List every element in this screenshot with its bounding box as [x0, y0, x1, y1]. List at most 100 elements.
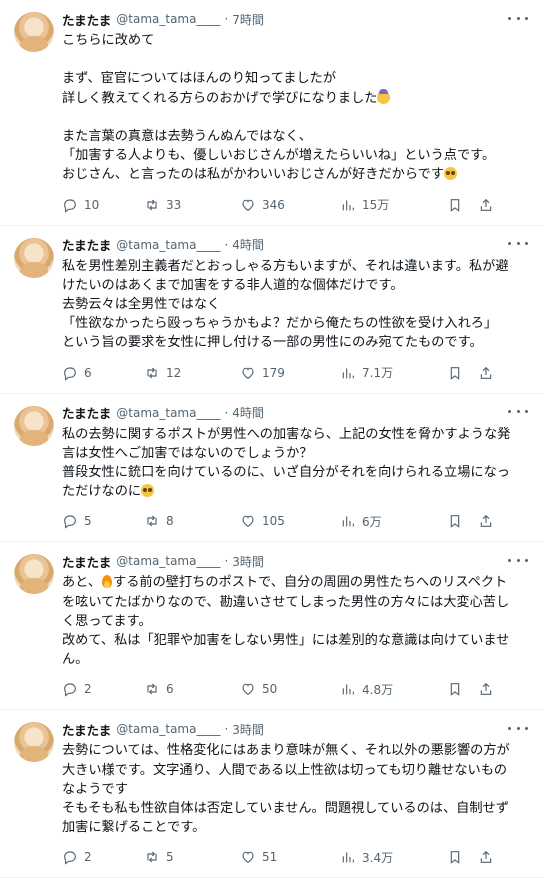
avatar[interactable]: [14, 237, 54, 278]
bookmark-button[interactable]: [447, 849, 478, 865]
tweet-text-segment: あと、: [62, 575, 102, 591]
views-button[interactable]: 3.4万: [340, 849, 447, 866]
retweet-icon: [147, 684, 157, 695]
timestamp[interactable]: 4時間: [232, 236, 264, 253]
display-name[interactable]: たまたま: [62, 552, 111, 571]
separator-dot: ·: [224, 405, 229, 420]
avatar[interactable]: [14, 405, 54, 446]
timestamp[interactable]: 3時間: [232, 721, 264, 738]
tweet-header: たまたま @tama_tama____ · 7時間: [62, 10, 532, 28]
tweet-text-line: ん。: [62, 650, 532, 669]
retweet-button[interactable]: 6: [144, 681, 240, 697]
tweet-text-segment: 言は女性へご加害ではないのでしょうか？: [62, 445, 313, 461]
retweet-button[interactable]: 5: [144, 849, 240, 865]
tweet-text-segment: 去勢については、性格変化にはあまり意味が無く、それ以外の悪影響の方が: [62, 743, 510, 759]
display-name[interactable]: たまたま: [62, 720, 111, 739]
tweet-text-segment: そもそも私も性欲自体は否定していません。問題視しているのは、自制せず: [62, 801, 509, 817]
tweet-text-segment: ん。: [62, 652, 89, 668]
timestamp[interactable]: 7時間: [232, 11, 264, 28]
tweet[interactable]: たまたま @tama_tama____ · 3時間 去勢については、性格変化には…: [0, 710, 544, 878]
reply-button[interactable]: 2: [62, 681, 144, 698]
bookmark-button[interactable]: [447, 365, 478, 381]
reply-count: 2: [84, 850, 92, 865]
tweet[interactable]: たまたま @tama_tama____ · 7時間 こちらに改めて まず、宦官につ…: [0, 0, 544, 226]
bookmark-icon: [450, 198, 460, 212]
views-chart-icon: [342, 684, 354, 695]
like-button[interactable]: 105: [240, 513, 340, 529]
view-count: 7.1万: [362, 366, 394, 381]
display-name[interactable]: たまたま: [62, 10, 111, 29]
tweet-text-line: そもそも私も性欲自体は否定していません。問題視しているのは、自制せず: [62, 799, 532, 818]
tweet-text-line: 改めて、私は「犯罪や加害をしない男性」には差別的な意識は向けていませ: [62, 631, 532, 650]
reply-icon: [64, 367, 76, 381]
user-handle[interactable]: @tama_tama____: [116, 238, 220, 252]
more-dots-icon[interactable]: [508, 406, 528, 418]
view-count: 6万: [362, 514, 382, 529]
share-button[interactable]: [478, 849, 498, 865]
retweet-icon: [147, 367, 157, 379]
user-handle[interactable]: @tama_tama____: [116, 406, 220, 420]
bookmark-icon: [450, 366, 460, 380]
retweet-button[interactable]: 33: [144, 197, 240, 213]
views-chart-icon: [342, 516, 354, 527]
like-button[interactable]: 50: [240, 681, 340, 697]
avatar[interactable]: [14, 554, 54, 595]
retweet-count: 6: [166, 682, 174, 697]
tweet[interactable]: たまたま @tama_tama____ · 4時間 私を男性差別主義者だとおっし…: [0, 226, 544, 394]
user-handle[interactable]: @tama_tama____: [116, 554, 220, 568]
reply-button[interactable]: 10: [62, 197, 144, 213]
tweet-text-line: [62, 50, 532, 69]
bookmark-button[interactable]: [447, 197, 478, 213]
action-bar: 6 12 179 7.1万: [62, 353, 532, 393]
share-button[interactable]: [478, 197, 498, 213]
like-count: 50: [262, 682, 278, 697]
tweet-text-segment: ただけなのに: [62, 484, 142, 500]
retweet-count: 8: [166, 514, 174, 529]
tweet[interactable]: たまたま @tama_tama____ · 3時間 あと、 する前の壁打ちのポスト…: [0, 542, 544, 711]
reply-button[interactable]: 6: [62, 365, 144, 381]
bookmark-icon: [450, 515, 460, 529]
like-button[interactable]: 179: [240, 365, 340, 381]
plead-emoji-icon: [141, 484, 155, 498]
retweet-icon: [147, 852, 157, 863]
timestamp[interactable]: 3時間: [232, 553, 264, 570]
tweet-text-line: 私の去勢に関するポストが男性への加害なら、上記の女性を脅かすような発: [62, 425, 532, 444]
retweet-button[interactable]: 8: [144, 513, 240, 529]
bookmark-button[interactable]: [447, 513, 478, 529]
share-icon: [480, 366, 492, 379]
more-dots-icon[interactable]: [508, 554, 528, 566]
user-handle[interactable]: @tama_tama____: [116, 722, 220, 736]
views-button[interactable]: 7.1万: [340, 364, 447, 381]
reply-button[interactable]: 2: [62, 849, 144, 866]
more-dots-icon[interactable]: [508, 238, 528, 250]
views-button[interactable]: 15万: [340, 196, 447, 213]
retweet-count: 12: [166, 365, 182, 380]
user-handle[interactable]: @tama_tama____: [116, 12, 220, 26]
separator-dot: ·: [224, 237, 229, 252]
display-name[interactable]: たまたま: [62, 403, 111, 422]
timestamp[interactable]: 4時間: [232, 404, 264, 421]
reply-icon: [64, 851, 76, 866]
tweet-text: 私を男性差別主義者だとおっしゃる方もいますが、それは違います。私が避 けたいのはあ…: [62, 257, 532, 353]
avatar[interactable]: [14, 722, 54, 763]
tweet-text-segment: 「加害する人よりも、優しいおじさんが増えたらいいね」という点です。: [62, 148, 496, 164]
share-button[interactable]: [478, 365, 498, 381]
share-button[interactable]: [478, 681, 498, 697]
reply-button[interactable]: 5: [62, 513, 144, 530]
display-name[interactable]: たまたま: [62, 235, 111, 254]
share-button[interactable]: [478, 513, 498, 529]
timeline-feed: たまたま @tama_tama____ · 7時間 こちらに改めて まず、宦官につ…: [0, 0, 544, 878]
views-button[interactable]: 4.8万: [340, 681, 447, 698]
fire-emoji-icon: [101, 575, 113, 589]
tweet[interactable]: たまたま @tama_tama____ · 4時間 私の去勢に関するポストが男性…: [0, 394, 544, 543]
separator-dot: ·: [224, 722, 229, 737]
retweet-button[interactable]: 12: [144, 365, 240, 381]
like-button[interactable]: 51: [240, 849, 340, 865]
more-dots-icon[interactable]: [508, 722, 528, 734]
avatar[interactable]: [14, 12, 54, 52]
more-dots-icon[interactable]: [508, 12, 528, 24]
like-button[interactable]: 346: [240, 197, 340, 213]
bookmark-button[interactable]: [447, 681, 478, 697]
tweet-text-line: まず、宦官についてはほんのり知ってましたが: [62, 69, 532, 88]
views-button[interactable]: 6万: [340, 513, 447, 530]
